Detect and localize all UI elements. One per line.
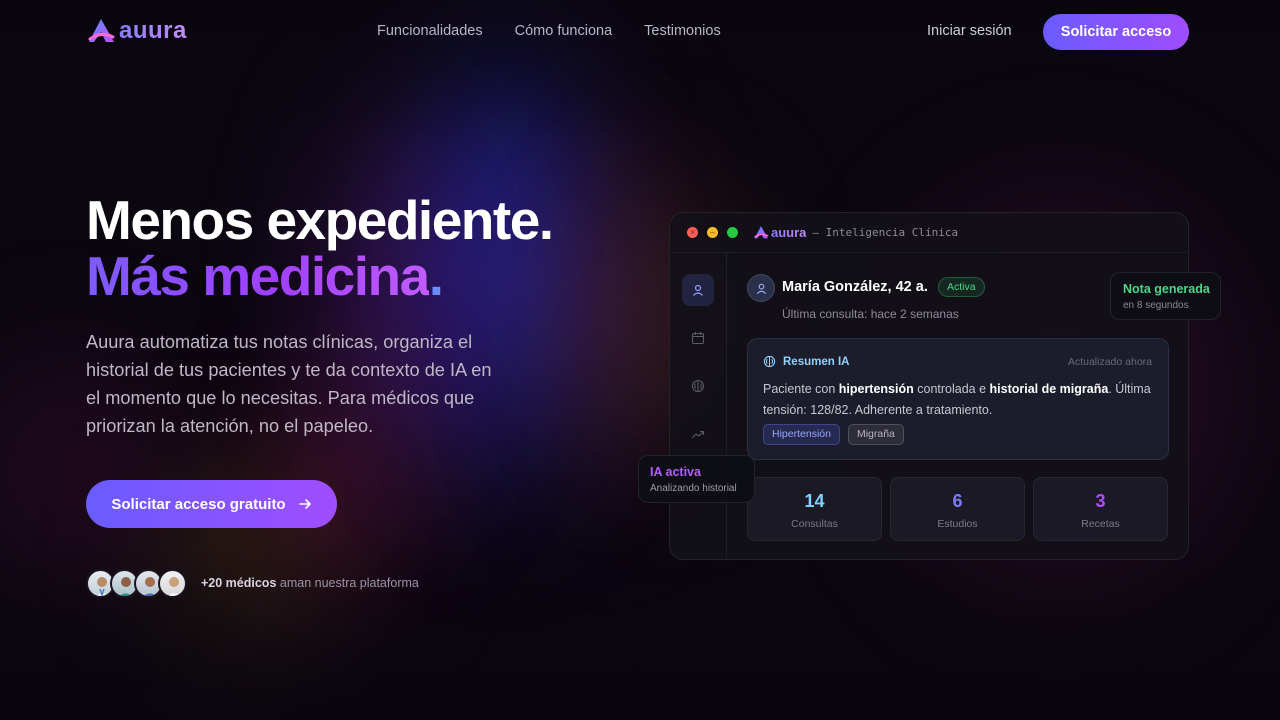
hero-description: Auura automatiza tus notas clínicas, org… [86, 332, 492, 436]
ai-summary-header: Resumen IA [763, 355, 849, 368]
app-preview-window: × – auura — Inteligencia Clínica María G… [669, 212, 1189, 560]
summary-highlight: historial de migraña [989, 382, 1109, 396]
brand-logo[interactable]: auura [86, 17, 187, 45]
close-dot-icon[interactable]: × [687, 227, 698, 238]
brain-icon [763, 355, 776, 368]
patient-avatar [747, 274, 775, 302]
toast-subtitle: en 8 segundos [1123, 300, 1189, 311]
hero-title-dot: . [428, 245, 444, 307]
stat-label: Recetas [1081, 518, 1120, 530]
stat-label: Consultas [791, 518, 838, 530]
nav-link-testimonios[interactable]: Testimonios [644, 23, 721, 39]
ai-summary-title: Resumen IA [783, 355, 850, 368]
social-proof: +20 médicos aman nuestra plataforma [201, 576, 419, 590]
ai-active-toast: IA activa Analizando historial [638, 455, 755, 503]
minimize-dot-icon[interactable]: – [707, 227, 718, 238]
hero-title-line1: Menos expediente. [86, 189, 554, 251]
sidebar-item-calendar[interactable] [682, 322, 714, 354]
window-subtitle: — Inteligencia Clínica [812, 226, 959, 239]
patient-stats: 14 Consultas 6 Estudios 3 Recetas [747, 477, 1168, 541]
sidebar-item-analytics[interactable] [682, 418, 714, 450]
request-access-button[interactable]: Solicitar acceso [1043, 14, 1189, 50]
window-brand: auura [771, 225, 807, 240]
request-free-access-label: Solicitar acceso gratuito [111, 495, 286, 513]
stat-card-consultas[interactable]: 14 Consultas [747, 477, 882, 541]
avatar [158, 569, 187, 598]
trend-icon [691, 430, 705, 439]
nav-link-funcionalidades[interactable]: Funcionalidades [377, 23, 483, 39]
auura-logo-icon [88, 19, 115, 42]
social-count: +20 médicos [201, 576, 277, 590]
arrow-right-icon [298, 499, 311, 509]
summary-text-part: Paciente con [763, 382, 839, 396]
tag-migrana[interactable]: Migraña [847, 424, 904, 445]
summary-highlight: hipertensión [838, 382, 914, 396]
tag-hipertension[interactable]: Hipertensión [763, 424, 840, 445]
ai-summary-card: Resumen IA Actualizado ahora Paciente co… [747, 338, 1169, 460]
condition-tags: Hipertensión Migraña [763, 424, 904, 445]
toast-title: IA activa [650, 465, 701, 479]
login-link[interactable]: Iniciar sesión [927, 23, 1012, 39]
window-logo: auura [753, 225, 806, 240]
patient-name: María González, 42 a. [782, 279, 928, 295]
app-sidebar [670, 253, 727, 559]
stat-card-recetas[interactable]: 3 Recetas [1033, 477, 1168, 541]
doctor-avatars [86, 569, 187, 598]
maximize-dot-icon[interactable] [727, 227, 738, 238]
ai-summary-text: Paciente con hipertensión controlada e h… [763, 379, 1163, 420]
hero-title-line2: Más medicina. [86, 244, 444, 308]
request-free-access-button[interactable]: Solicitar acceso gratuito [86, 480, 337, 528]
summary-text-part: controlada e [913, 382, 990, 396]
toast-title: Nota generada [1123, 282, 1210, 296]
sidebar-item-patients[interactable] [682, 274, 714, 306]
stat-value: 14 [804, 491, 825, 511]
toast-subtitle: Analizando historial [650, 483, 737, 494]
main-nav: Funcionalidades Cómo funciona Testimonio… [377, 23, 721, 39]
social-text: aman nuestra plataforma [279, 576, 419, 590]
stat-value: 6 [952, 491, 963, 511]
user-icon [693, 284, 703, 296]
user-icon [756, 283, 766, 294]
window-titlebar: × – auura — Inteligencia Clínica [670, 213, 1188, 253]
ai-summary-updated: Actualizado ahora [1067, 356, 1152, 368]
stat-label: Estudios [937, 518, 978, 530]
auura-logo-icon [754, 226, 769, 239]
nav-link-como-funciona[interactable]: Cómo funciona [515, 23, 613, 39]
hero-title-highlight: Más medicina [86, 245, 430, 307]
calendar-icon [691, 332, 705, 345]
sidebar-item-ai[interactable] [682, 370, 714, 402]
brand-name: auura [119, 17, 187, 44]
patient-last-visit: Última consulta: hace 2 semanas [782, 307, 959, 321]
status-badge: Activa [938, 277, 985, 297]
stat-card-estudios[interactable]: 6 Estudios [890, 477, 1025, 541]
stat-value: 3 [1095, 491, 1106, 511]
brain-icon [691, 379, 705, 393]
note-generated-toast: Nota generada en 8 segundos [1110, 272, 1221, 320]
